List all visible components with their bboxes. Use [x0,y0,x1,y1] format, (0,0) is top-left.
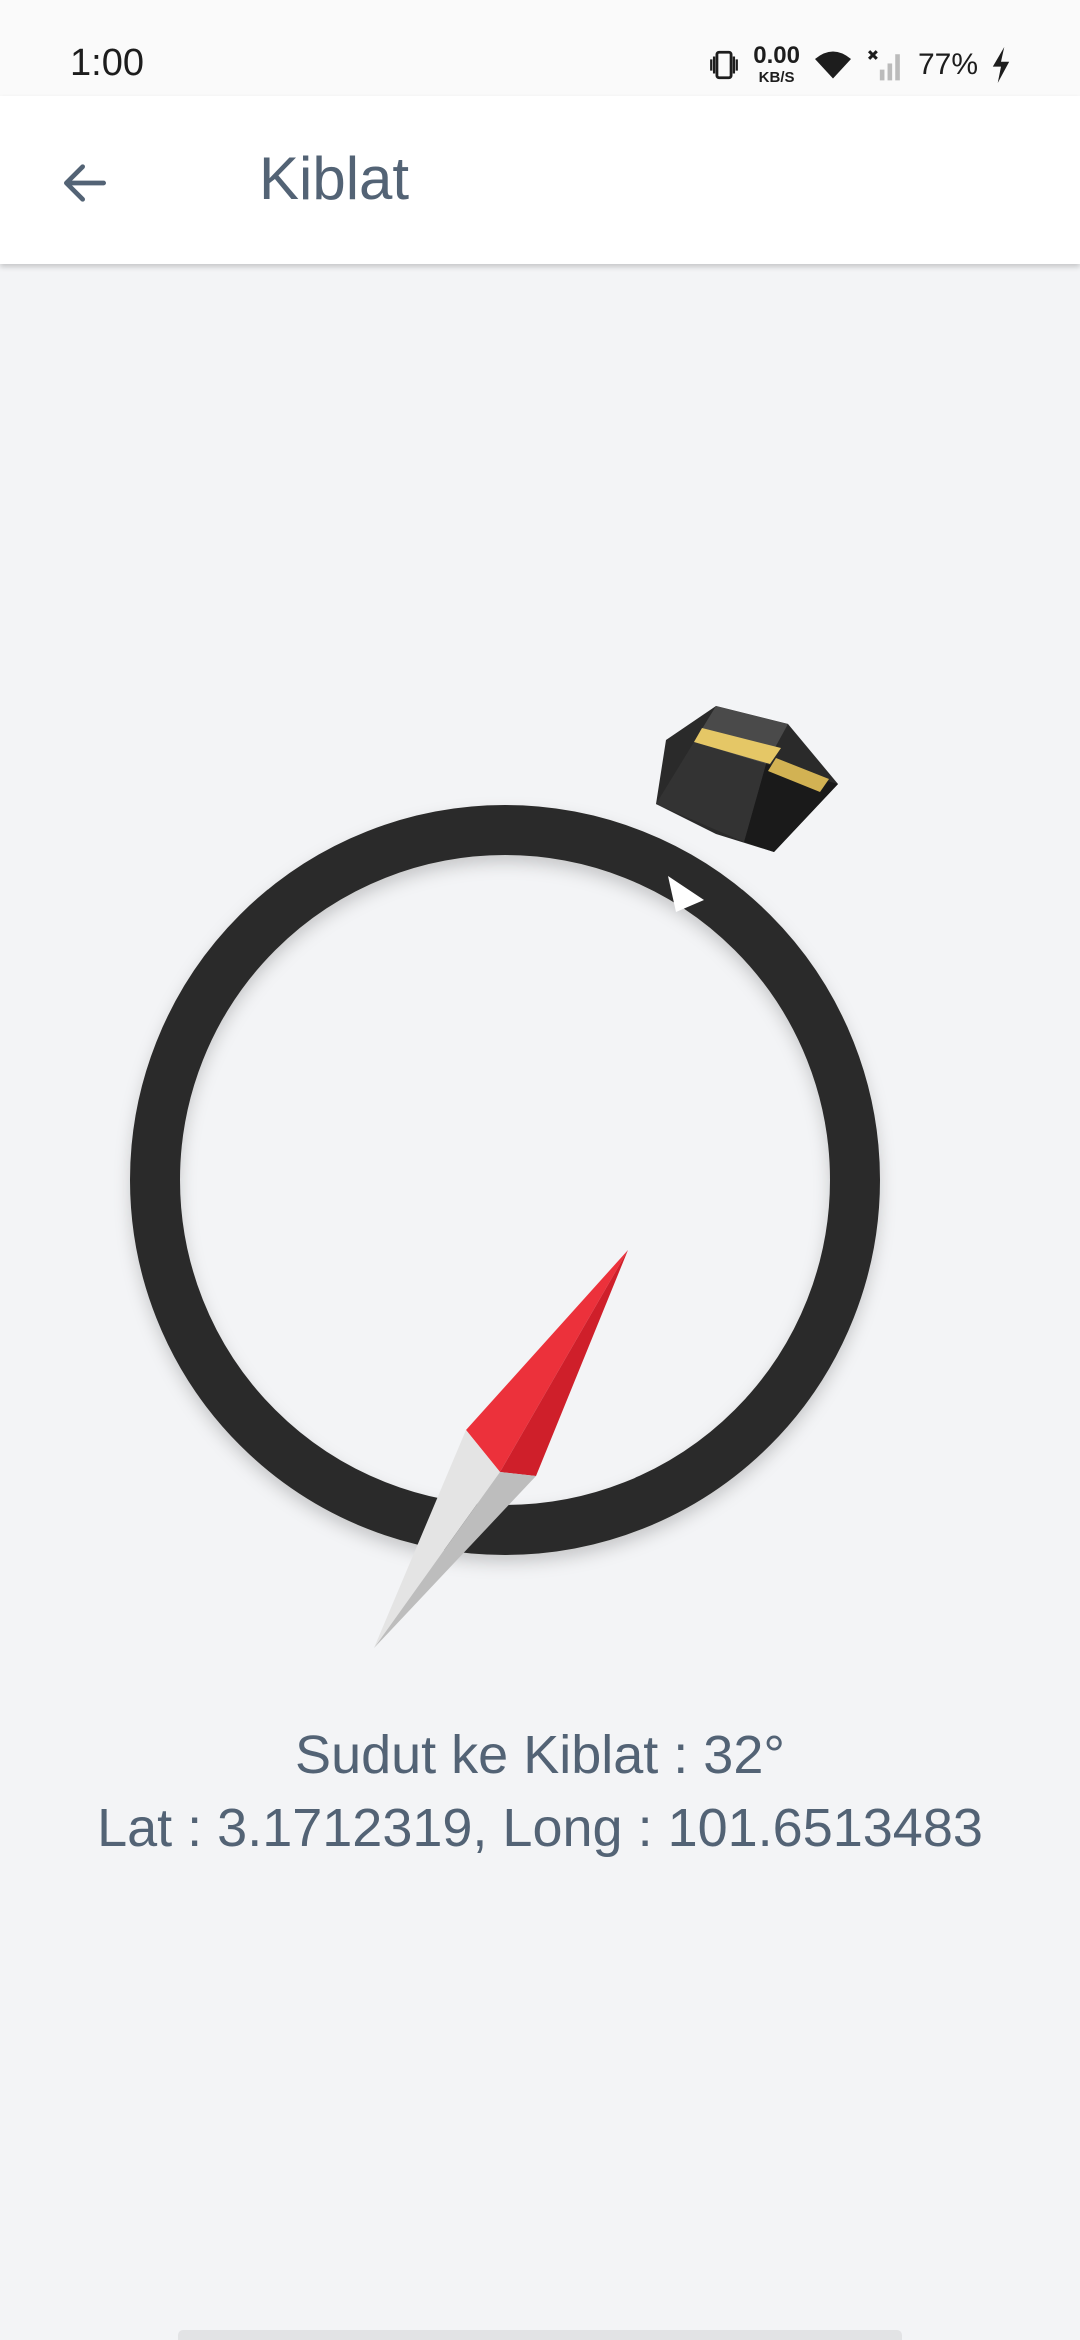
net-speed: 0.00 KB/S [753,42,800,86]
status-bar: 1:00 0.00 KB/S 77% [0,0,1080,96]
bottom-nav-hint [178,2330,902,2340]
net-speed-unit: KB/S [758,69,795,86]
status-time: 1:00 [70,42,144,84]
wifi-icon [814,51,851,78]
net-speed-value: 0.00 [753,42,800,69]
compass-needle [374,1250,628,1648]
status-icons: 0.00 KB/S 77% [707,44,1012,85]
compass-graphic [130,706,880,1648]
no-signal-icon [867,49,900,80]
coordinates-text: Lat : 3.1712319, Long : 101.6513483 [97,1798,983,1858]
qibla-angle-text: Sudut ke Kiblat : 32° [295,1725,785,1785]
needle-north-right [500,1250,628,1476]
page-title: Kiblat [259,145,410,212]
vibrate-icon [710,50,739,79]
charging-icon [992,46,1010,83]
app-bar: Kiblat [0,96,1080,264]
kaaba-icon [656,706,838,852]
back-button[interactable] [40,138,130,228]
compass [0,264,1080,1664]
battery-percent: 77% [917,47,978,81]
arrow-left-icon [63,164,106,202]
